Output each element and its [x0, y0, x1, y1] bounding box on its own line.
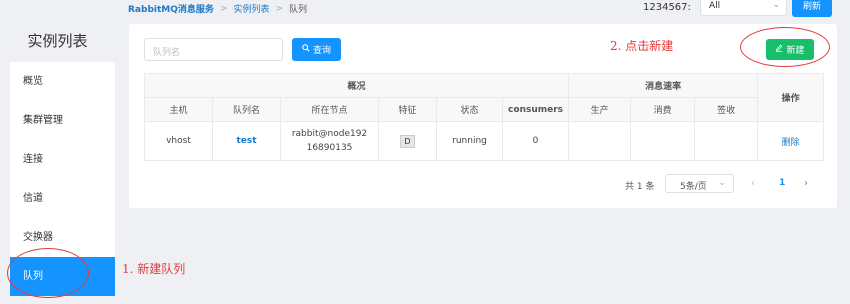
header: RabbitMQ消息服务 > 实例列表 > 队列 1234567: All ⌄ … [115, 0, 850, 18]
delete-link[interactable]: 删除 [782, 138, 800, 148]
query-button-label: 查询 [312, 46, 331, 56]
chevron-down-icon: ⌄ [772, 0, 780, 10]
page-size-value: 5条/页 [680, 182, 707, 192]
cell-status: running [436, 121, 503, 161]
instance-select[interactable]: All ⌄ [700, 0, 787, 16]
cell-produce [568, 121, 632, 161]
column-header-produce: 生产 [568, 97, 632, 122]
cell-operation: 删除 [757, 121, 825, 161]
group-header-message-rate: 消息速率 [568, 73, 759, 98]
cell-queue-name: test [212, 121, 281, 161]
next-page-icon[interactable]: › [804, 178, 808, 189]
column-header-queue-name: 队列名 [212, 97, 281, 122]
chevron-right-icon: > [219, 3, 228, 14]
sidebar-item-connections[interactable]: 连接 [10, 140, 115, 179]
queue-table: 概况 消息速率 操作 主机 队列名 所在节点 特征 状态 consumers 生… [143, 73, 825, 161]
breadcrumb-brand[interactable]: RabbitMQ消息服务 [128, 2, 214, 15]
column-header-operation: 操作 [757, 73, 825, 122]
prev-page-icon[interactable]: ‹ [751, 178, 755, 189]
column-header-ack: 签收 [694, 97, 759, 122]
cell-feature: D [378, 121, 437, 161]
cell-consumers: 0 [501, 121, 570, 161]
instance-label: 1234567: [643, 2, 691, 13]
search-icon [302, 44, 310, 55]
sidebar-item-overview[interactable]: 概览 [10, 62, 115, 101]
column-header-status: 状态 [436, 97, 503, 122]
feature-badge: D [400, 134, 415, 148]
sidebar-item-cluster[interactable]: 集群管理 [10, 101, 115, 140]
column-header-feature: 特征 [378, 97, 437, 122]
sidebar-item-channels[interactable]: 信道 [10, 179, 115, 218]
column-header-consume: 消费 [630, 97, 696, 122]
chevron-right-icon: > [275, 3, 283, 14]
column-header-host: 主机 [144, 97, 213, 122]
sidebar-title: 实例列表 [27, 32, 88, 50]
column-header-node: 所在节点 [280, 97, 379, 122]
breadcrumb-current: 队列 [289, 5, 308, 15]
queue-search-input[interactable]: 队列名 [144, 38, 283, 61]
breadcrumb-instances[interactable]: 实例列表 [233, 2, 269, 15]
table-row: vhost test rabbit@node192 16890135 D run… [144, 121, 825, 161]
breadcrumb: RabbitMQ消息服务 > 实例列表 > 队列 [128, 2, 308, 16]
pagination-total: 共 1 条 [625, 182, 655, 192]
instance-select-value: All [709, 1, 721, 11]
page-size-select[interactable]: 5条/页 ⌄ [665, 174, 734, 193]
cell-ack [694, 121, 759, 161]
queue-name-link[interactable]: test [236, 136, 256, 146]
annotation-circle-queue [7, 248, 89, 298]
node-line-2: 16890135 [306, 143, 353, 153]
column-header-consumers: consumers [501, 97, 570, 122]
annotation-step-1: 1. 新建队列 [122, 262, 186, 276]
query-button[interactable]: 查询 [292, 38, 341, 61]
cell-node: rabbit@node192 16890135 [280, 121, 379, 161]
node-line-1: rabbit@node192 [291, 129, 368, 139]
annotation-circle-create [740, 27, 830, 67]
page-number-current[interactable]: 1 [779, 178, 785, 188]
chevron-down-icon: ⌄ [718, 178, 726, 188]
annotation-step-2: 2. 点击新建 [610, 39, 674, 53]
refresh-button[interactable]: 刷新 [792, 0, 832, 17]
cell-host: vhost [144, 121, 213, 161]
cell-consume [630, 121, 696, 161]
group-header-overview: 概况 [143, 73, 570, 98]
queue-panel: 队列名 查询 新建 概况 消息速率 操作 主机 队列名 所在节点 特征 状态 c… [129, 24, 837, 208]
